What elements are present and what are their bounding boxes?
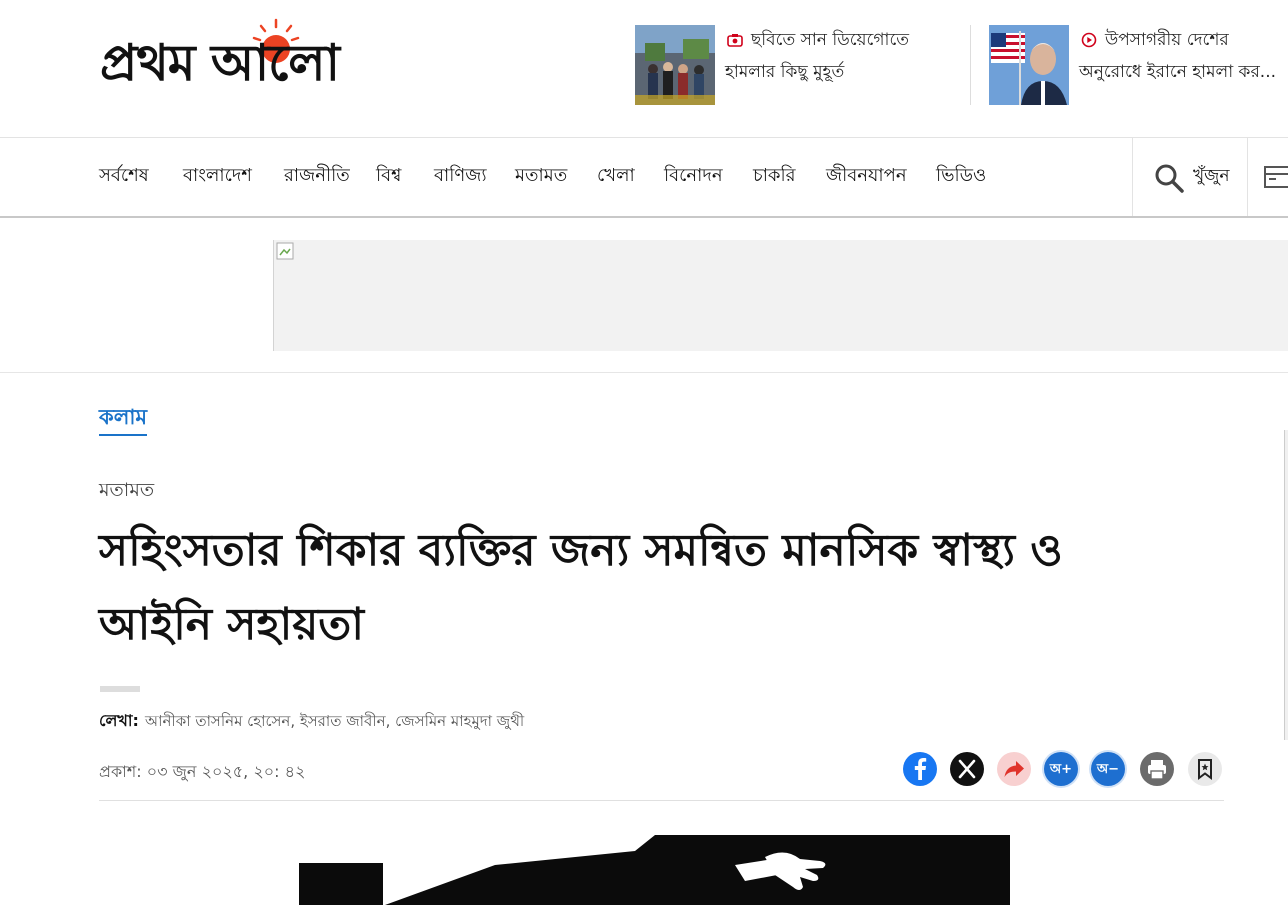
main-nav: সর্বশেষ বাংলাদেশ রাজনীতি বিশ্ব বাণিজ্য ম… xyxy=(0,137,1288,218)
article-headline: সহিংসতার শিকার ব্যক্তির জন্য সমন্বিত মান… xyxy=(99,525,1063,650)
nav-item-politics[interactable]: রাজনীতি xyxy=(284,162,350,190)
facebook-icon xyxy=(914,758,927,780)
category-tag[interactable]: কলাম xyxy=(99,404,148,436)
publish-time: প্রকাশ: ০৩ জুন ২০২৫, ২০: ৪২ xyxy=(99,762,306,781)
share-button[interactable] xyxy=(997,752,1031,786)
font-increase-icon: অ+ xyxy=(1049,762,1073,777)
video-play-icon xyxy=(1081,32,1097,48)
teaser-headline-line2[interactable]: হামলার কিছু মুহূর্ত xyxy=(725,61,844,83)
scrollbar[interactable] xyxy=(1284,430,1288,740)
section-label[interactable]: মতামত xyxy=(99,477,154,503)
search-button[interactable]: খুঁজুন xyxy=(1132,138,1248,216)
byline: লেখা: আনীকা তাসনিম হোসেন, ইসরাত জাবীন, জে… xyxy=(99,710,524,732)
nav-item-lifestyle[interactable]: জীবনযাপন xyxy=(826,162,907,190)
headline-rule xyxy=(100,686,140,692)
teaser-thumbnail[interactable] xyxy=(989,25,1069,105)
search-icon xyxy=(1155,164,1184,193)
x-share-button[interactable] xyxy=(950,752,984,786)
byline-label: লেখা: xyxy=(99,711,139,730)
nav-item-latest[interactable]: সর্বশেষ xyxy=(99,162,149,190)
article-lead-illustration xyxy=(295,835,1015,905)
nav-item-entertainment[interactable]: বিনোদন xyxy=(664,162,723,190)
font-decrease-button[interactable]: অ− xyxy=(1091,752,1125,786)
font-decrease-icon: অ− xyxy=(1096,762,1120,777)
ad-banner[interactable] xyxy=(273,240,1288,351)
teaser-thumbnail[interactable] xyxy=(635,25,715,105)
nav-item-sports[interactable]: খেলা xyxy=(597,162,635,190)
teaser-headline-line1[interactable]: ছবিতে সান ডিয়েগোতে xyxy=(751,29,909,51)
font-increase-button[interactable]: অ+ xyxy=(1044,752,1078,786)
broken-image-icon xyxy=(276,242,294,260)
nav-item-bangladesh[interactable]: বাংলাদেশ xyxy=(183,162,252,190)
bookmark-button[interactable] xyxy=(1188,752,1222,786)
camera-icon xyxy=(727,34,743,47)
print-icon xyxy=(1148,760,1166,780)
nav-item-jobs[interactable]: চাকরি xyxy=(753,162,796,190)
search-label: খুঁজুন xyxy=(1193,166,1230,186)
logo-text: প্রথম আলো xyxy=(100,33,340,92)
nav-item-world[interactable]: বিশ্ব xyxy=(376,162,401,190)
divider xyxy=(0,372,1288,373)
divider xyxy=(99,800,1224,801)
prothom-alo-logo[interactable]: প্রথম আলো xyxy=(100,18,440,100)
nav-item-business[interactable]: বাণিজ্য xyxy=(434,162,487,190)
print-button[interactable] xyxy=(1140,752,1174,786)
facebook-share-button[interactable] xyxy=(903,752,937,786)
epaper-icon[interactable] xyxy=(1264,165,1288,189)
nav-item-opinion[interactable]: মতামত xyxy=(515,162,567,190)
share-icon xyxy=(1004,761,1024,777)
teaser-headline-line1[interactable]: উপসাগরীয় দেশের xyxy=(1105,29,1229,51)
teaser-item[interactable]: ছবিতে সান ডিয়েগোতে হামলার কিছু মুহূর্ত xyxy=(635,25,955,105)
byline-authors[interactable]: আনীকা তাসনিম হোসেন, ইসরাত জাবীন, জেসমিন … xyxy=(145,712,524,730)
bookmark-icon xyxy=(1198,759,1212,780)
teaser-item[interactable]: উপসাগরীয় দেশের অনুরোধে ইরানে হামলা কর..… xyxy=(989,25,1288,105)
teaser-headline-line2[interactable]: অনুরোধে ইরানে হামলা কর... xyxy=(1079,61,1276,83)
teaser-divider xyxy=(970,25,971,105)
nav-item-video[interactable]: ভিডিও xyxy=(936,162,986,190)
x-icon xyxy=(958,759,976,779)
site-header: প্রথম আলো ছবিতে সান ডিয়েগোতে হামলার কিছ… xyxy=(0,0,1288,137)
